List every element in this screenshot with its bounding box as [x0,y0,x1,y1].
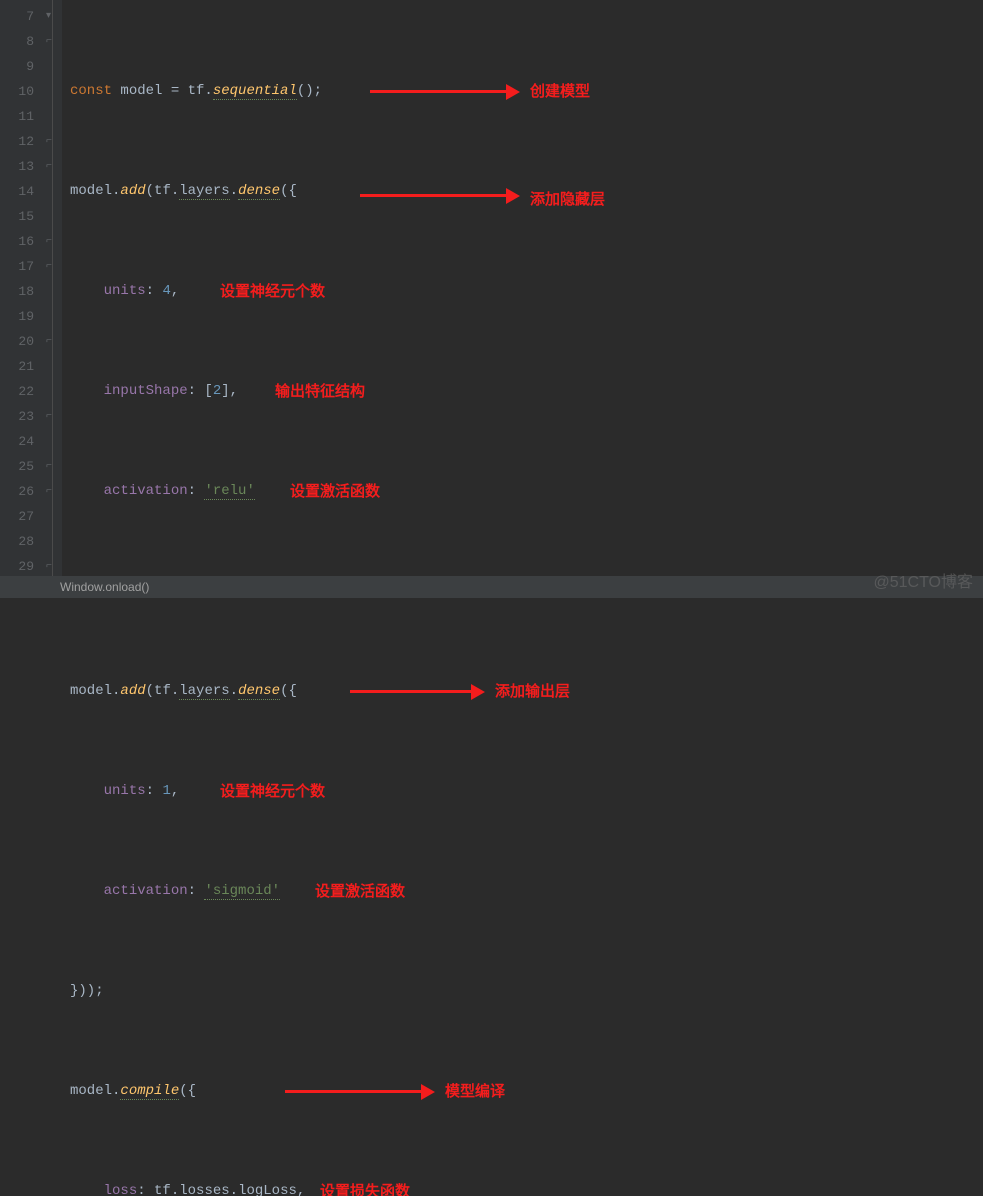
annotation-label: 创建模型 [530,79,590,104]
annotation-label: 设置激活函数 [290,479,380,504]
fold-column: ▾⌐⌐⌐⌐⌐⌐⌐⌐⌐⌐ [42,0,62,576]
annotation-label: 设置损失函数 [320,1179,410,1196]
code-line[interactable]: model.add(tf.layers.dense({ 添加输出层 [70,679,983,704]
line-number: 21 [0,354,34,379]
line-number: 23 [0,404,34,429]
annotation-label: 设置神经元个数 [220,279,325,304]
line-number: 11 [0,104,34,129]
line-number-gutter: 7891011121314151617181920212223242526272… [0,0,42,576]
fold-marker-icon[interactable]: ⌐ [46,29,52,54]
fold-marker-icon[interactable]: ⌐ [46,229,52,254]
code-line[interactable]: })); [70,979,983,1004]
line-number: 8 [0,29,34,54]
fold-marker-icon[interactable]: ⌐ [46,479,52,504]
line-number: 16 [0,229,34,254]
code-line[interactable]: loss: tf.losses.logLoss, 设置损失函数 [70,1179,983,1196]
breadcrumb: Window.onload() [60,580,149,594]
annotation-label: 添加隐藏层 [530,187,605,212]
line-number: 12 [0,129,34,154]
line-number: 15 [0,204,34,229]
code-line[interactable]: units: 1, 设置神经元个数 [70,779,983,804]
line-number: 25 [0,454,34,479]
code-line[interactable]: inputShape: [2], 输出特征结构 [70,379,983,404]
line-number: 17 [0,254,34,279]
fold-marker-icon[interactable]: ⌐ [46,454,52,479]
fold-marker-icon[interactable]: ⌐ [46,154,52,179]
annotation-label: 输出特征结构 [275,379,365,404]
arrow-icon [350,687,485,695]
code-editor[interactable]: 7891011121314151617181920212223242526272… [0,0,983,576]
line-number: 27 [0,504,34,529]
code-line[interactable]: activation: 'sigmoid' 设置激活函数 [70,879,983,904]
code-line[interactable]: activation: 'relu' 设置激活函数 [70,479,983,504]
arrow-icon [285,1087,435,1095]
line-number: 19 [0,304,34,329]
code-line[interactable]: units: 4, 设置神经元个数 [70,279,983,304]
line-number: 26 [0,479,34,504]
line-number: 18 [0,279,34,304]
line-number: 14 [0,179,34,204]
fold-marker-icon[interactable]: ▾ [46,4,51,29]
annotation-label: 设置神经元个数 [220,779,325,804]
fold-marker-icon[interactable]: ⌐ [46,129,52,154]
arrow-icon [370,87,520,95]
status-bar: Window.onload() [0,576,983,598]
code-line[interactable]: const model = tf.sequential(); 创建模型 [70,79,983,104]
line-number: 24 [0,429,34,454]
line-number: 13 [0,154,34,179]
code-line[interactable]: model.compile({ 模型编译 [70,1079,983,1104]
code-line[interactable]: model.add(tf.layers.dense({ 添加隐藏层 [70,179,983,204]
annotation-label: 设置激活函数 [315,879,405,904]
line-number: 10 [0,79,34,104]
fold-marker-icon[interactable]: ⌐ [46,254,52,279]
arrow-icon [360,191,520,199]
annotation-label: 模型编译 [445,1079,505,1104]
fold-marker-icon[interactable]: ⌐ [46,404,52,429]
watermark: @51CTO博客 [873,568,973,592]
line-number: 28 [0,529,34,554]
code-area[interactable]: const model = tf.sequential(); 创建模型 mode… [62,0,983,576]
line-number: 22 [0,379,34,404]
fold-marker-icon[interactable]: ⌐ [46,329,52,354]
annotation-label: 添加输出层 [495,679,570,704]
line-number: 20 [0,329,34,354]
line-number: 7 [0,4,34,29]
line-number: 9 [0,54,34,79]
